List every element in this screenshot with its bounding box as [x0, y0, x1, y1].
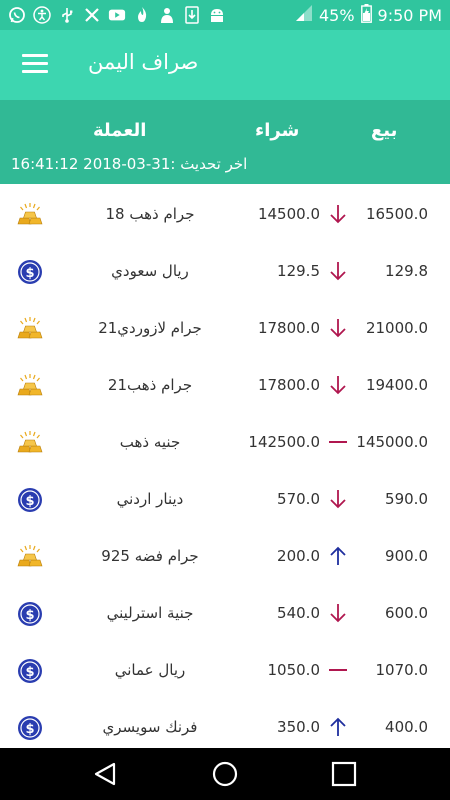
buy-price: 350.0: [277, 718, 320, 736]
list-item[interactable]: $ فرنك سويسري 350.0 400.0: [0, 699, 450, 748]
svg-text:$: $: [25, 665, 34, 680]
table-header: بيع شراء العملة اخر تحديث :31-03-2018 16…: [0, 100, 450, 184]
sell-price: 129.8: [385, 262, 428, 280]
sell-price: 590.0: [385, 490, 428, 508]
currency-name: ريال سعودي: [111, 262, 189, 280]
list-item[interactable]: $ ريال سعودي 129.5 129.8: [0, 243, 450, 300]
download-icon: [183, 6, 201, 24]
gold-bars-icon: [15, 544, 45, 570]
buy-price: 540.0: [277, 604, 320, 622]
back-icon[interactable]: [90, 759, 120, 789]
buy-price: 1050.0: [267, 661, 321, 679]
currency-name: فرنك سويسري: [102, 718, 198, 736]
list-item[interactable]: $ دينار اردني 570.0 590.0: [0, 471, 450, 528]
trend-down-icon: [327, 488, 349, 510]
list-item[interactable]: جنيه ذهب 142500.0 145000.0: [0, 414, 450, 471]
buy-price: 14500.0: [257, 205, 320, 223]
dollar-coin-icon: $: [15, 601, 45, 627]
buy-price: 200.0: [277, 547, 320, 565]
list-item[interactable]: جرام ذهب 18 14500.0 16500.0: [0, 186, 450, 243]
sell-price: 900.0: [385, 547, 428, 565]
sell-price: 145000.0: [356, 433, 428, 451]
currency-name: ريال عماني: [114, 661, 186, 679]
gold-bars-icon: [15, 373, 45, 399]
rates-list[interactable]: جرام ذهب 18 14500.0 16500.0 $ ريال سعودي…: [0, 186, 450, 748]
buy-price: 142500.0: [248, 433, 320, 451]
android-icon: [208, 6, 226, 24]
accessibility-icon: [33, 6, 51, 24]
whatsapp-icon: [8, 6, 26, 24]
svg-text:$: $: [25, 722, 34, 737]
signal-icon: [295, 4, 313, 26]
battery-percent: 45%: [318, 5, 355, 25]
recents-icon[interactable]: [329, 759, 359, 789]
trend-down-icon: [327, 602, 349, 624]
gold-bars-icon: [15, 202, 45, 228]
trend-flat-icon: [327, 431, 349, 453]
home-icon[interactable]: [210, 759, 240, 789]
currency-name: دينار اردني: [116, 490, 184, 508]
navigation-bar: [0, 748, 450, 800]
flame-icon: [133, 6, 151, 24]
dollar-coin-icon: $: [15, 487, 45, 513]
svg-text:$: $: [25, 494, 34, 509]
tools-icon: [83, 6, 101, 24]
list-item[interactable]: جرام ذهب21 17800.0 19400.0: [0, 357, 450, 414]
sell-price: 1070.0: [375, 661, 429, 679]
svg-text:$: $: [25, 266, 34, 281]
app-title: صراف اليمن: [88, 50, 199, 74]
list-item[interactable]: جرام فضه 925 200.0 900.0: [0, 528, 450, 585]
svg-text:$: $: [25, 608, 34, 623]
last-update-label: اخر تحديث :31-03-2018 16:41:12: [11, 155, 248, 173]
currency-name: جنية استرليني: [106, 604, 194, 622]
buy-price: 17800.0: [257, 376, 320, 394]
currency-name: جرام ذهب 18: [105, 205, 195, 223]
trend-down-icon: [327, 203, 349, 225]
dollar-coin-icon: $: [15, 715, 45, 741]
gold-bars-icon: [15, 316, 45, 342]
sell-price: 21000.0: [365, 319, 428, 337]
youtube-icon: [108, 6, 126, 24]
currency-name: جنيه ذهب: [119, 433, 181, 451]
buy-price: 129.5: [277, 262, 320, 280]
gold-bars-icon: [15, 430, 45, 456]
sell-price: 400.0: [385, 718, 428, 736]
sell-column-header: بيع: [371, 120, 398, 141]
trend-down-icon: [327, 374, 349, 396]
trend-up-icon: [327, 545, 349, 567]
notification-icons: [8, 0, 226, 30]
trend-down-icon: [327, 260, 349, 282]
currency-name: جرام فضه 925: [101, 547, 199, 565]
buy-column-header: شراء: [255, 120, 300, 141]
status-bar: 45% 9:50 PM: [0, 0, 450, 30]
buy-price: 570.0: [277, 490, 320, 508]
trend-up-icon: [327, 716, 349, 738]
sell-price: 600.0: [385, 604, 428, 622]
list-item[interactable]: $ ريال عماني 1050.0 1070.0: [0, 642, 450, 699]
list-item[interactable]: $ جنية استرليني 540.0 600.0: [0, 585, 450, 642]
clock: 9:50 PM: [377, 5, 442, 25]
currency-name: جرام لازوردي21: [98, 319, 202, 337]
list-item[interactable]: جرام لازوردي21 17800.0 21000.0: [0, 300, 450, 357]
person-icon: [158, 6, 176, 24]
menu-icon[interactable]: [22, 54, 48, 76]
trend-down-icon: [327, 317, 349, 339]
dollar-coin-icon: $: [15, 658, 45, 684]
currency-name: جرام ذهب21: [107, 376, 193, 394]
buy-price: 17800.0: [257, 319, 320, 337]
currency-column-header: العملة: [93, 120, 147, 141]
trend-flat-icon: [327, 659, 349, 681]
app-bar: صراف اليمن: [0, 30, 450, 100]
usb-icon: [58, 6, 76, 24]
sell-price: 19400.0: [365, 376, 428, 394]
battery-icon: [360, 3, 372, 27]
dollar-coin-icon: $: [15, 259, 45, 285]
sell-price: 16500.0: [365, 205, 428, 223]
